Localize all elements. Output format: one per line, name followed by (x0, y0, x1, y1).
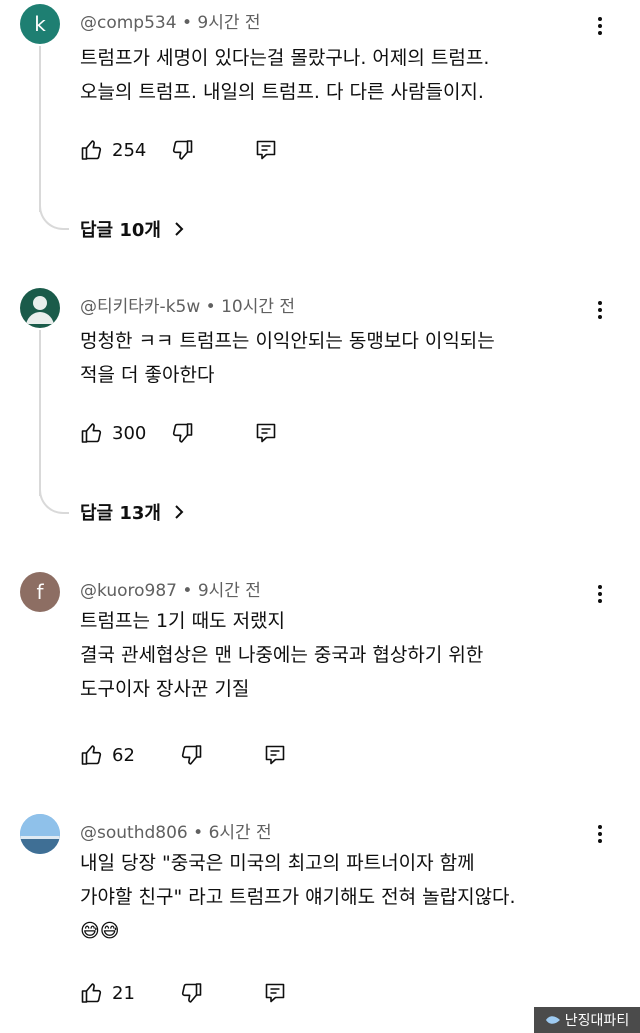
comment-actions: 21 (80, 978, 287, 1008)
like-button[interactable]: 300 (80, 421, 146, 445)
comment-time[interactable]: 6시간 전 (209, 823, 272, 843)
comment-line: 트럼프는 1기 때도 저랬지 (80, 610, 286, 632)
thumbs-up-icon (81, 423, 102, 443)
comment-text: 멍청한 ㅋㅋ 트럼프는 이익안되는 동맹보다 이익되는 적을 더 좋아한다 (80, 324, 600, 392)
thread-line (39, 330, 41, 496)
dislike-button[interactable] (170, 421, 194, 445)
comment-meta: @comp534 • 9시간 전 (80, 8, 261, 33)
comment-reply-icon (265, 745, 285, 765)
comment-text: 내일 당장 "중국은 미국의 최고의 파트너이자 함께 가야할 친구" 라고 트… (80, 846, 600, 948)
comment-actions: 62 (80, 740, 287, 770)
like-count: 300 (112, 422, 147, 444)
thumbs-down-icon (173, 140, 193, 160)
comment-time[interactable]: 9시간 전 (197, 13, 260, 33)
comment-handle[interactable]: @comp534 (80, 13, 177, 33)
meta-separator: • (193, 823, 204, 843)
comment-handle[interactable]: @kuoro987 (80, 581, 177, 601)
like-button[interactable]: 254 (80, 138, 146, 162)
watermark-text: 난징대파티 (564, 1013, 630, 1029)
comment-line: 멍청한 ㅋㅋ 트럼프는 이익안되는 동맹보다 이익되는 (80, 330, 495, 352)
meta-separator: • (205, 297, 216, 317)
thumbs-up-icon (81, 983, 102, 1003)
watermark: 난징대파티 (534, 1007, 640, 1033)
comment-time[interactable]: 9시간 전 (198, 581, 261, 601)
comment-line: 내일 당장 "중국은 미국의 최고의 파트너이자 함께 (80, 852, 475, 874)
view-replies-button[interactable]: 답글 10개 (80, 216, 185, 242)
like-button[interactable]: 21 (80, 981, 135, 1005)
comment-line: 오늘의 트럼프. 내일의 트럼프. 다 다른 사람들이지. (80, 81, 484, 103)
comment-handle[interactable]: @southd806 (80, 823, 188, 843)
like-count: 62 (112, 744, 135, 766)
like-button[interactable]: 62 (80, 743, 135, 767)
thread-curve (39, 200, 69, 230)
comment-line: 도구이자 장사꾼 기질 (80, 678, 250, 700)
dislike-button[interactable] (179, 743, 203, 767)
reply-button[interactable] (254, 138, 278, 162)
chevron-right-icon (175, 505, 184, 519)
more-actions-icon[interactable] (586, 12, 614, 40)
comment-line: 적을 더 좋아한다 (80, 364, 215, 386)
more-actions-icon[interactable] (586, 820, 614, 848)
comment-reply-icon (257, 423, 276, 443)
dislike-button[interactable] (179, 981, 203, 1005)
thumbs-down-icon (173, 423, 193, 443)
meta-separator: • (181, 13, 192, 33)
comment-text: 트럼프가 세명이 있다는걸 몰랐구나. 어제의 트럼프. 오늘의 트럼프. 내일… (80, 41, 600, 109)
avatar-letter: f (36, 580, 44, 604)
more-actions-icon[interactable] (586, 296, 614, 324)
comment-handle[interactable]: @티키타카-k5w (80, 297, 200, 317)
landscape-avatar-icon (20, 814, 60, 854)
avatar[interactable]: f (20, 572, 60, 612)
watermark-logo-icon (545, 1016, 560, 1024)
reply-button[interactable] (263, 981, 287, 1005)
comment-reply-icon (257, 140, 276, 160)
thumbs-down-icon (181, 745, 202, 765)
avatar-letter: k (34, 12, 46, 36)
view-replies-button[interactable]: 답글 13개 (80, 499, 185, 525)
like-count: 21 (112, 982, 135, 1004)
reply-button[interactable] (254, 421, 278, 445)
thread-curve (39, 484, 69, 514)
meta-separator: • (182, 581, 193, 601)
thumbs-down-icon (181, 983, 202, 1003)
comment-reply-icon (265, 983, 285, 1003)
replies-label: 답글 10개 (80, 220, 161, 241)
comment-meta: @kuoro987 • 9시간 전 (80, 576, 261, 601)
reply-button[interactable] (263, 743, 287, 767)
avatar[interactable]: k (20, 4, 60, 44)
avatar[interactable] (20, 814, 60, 854)
comment-actions: 300 (80, 418, 278, 448)
thread-line (39, 46, 41, 212)
comment-meta: @southd806 • 6시간 전 (80, 818, 272, 843)
comment-line: 가야할 친구" 라고 트럼프가 얘기해도 전혀 놀랍지않다. (80, 886, 516, 908)
avatar[interactable] (20, 288, 60, 328)
comment-emoji: 😅😅 (80, 920, 120, 942)
default-avatar-icon (26, 296, 54, 324)
chevron-right-icon (175, 222, 184, 236)
comment-line: 결국 관세협상은 맨 나중에는 중국과 협상하기 위한 (80, 644, 484, 666)
dislike-button[interactable] (170, 138, 194, 162)
replies-label: 답글 13개 (80, 503, 161, 524)
thumbs-up-icon (81, 140, 102, 160)
thumbs-up-icon (81, 745, 102, 765)
comment-meta: @티키타카-k5w • 10시간 전 (80, 292, 295, 317)
comment-time[interactable]: 10시간 전 (221, 297, 295, 317)
comment-line: 트럼프가 세명이 있다는걸 몰랐구나. 어제의 트럼프. (80, 47, 490, 69)
like-count: 254 (112, 139, 147, 161)
comment-actions: 254 (80, 135, 278, 165)
comment-text: 트럼프는 1기 때도 저랬지 결국 관세협상은 맨 나중에는 중국과 협상하기 … (80, 604, 600, 706)
